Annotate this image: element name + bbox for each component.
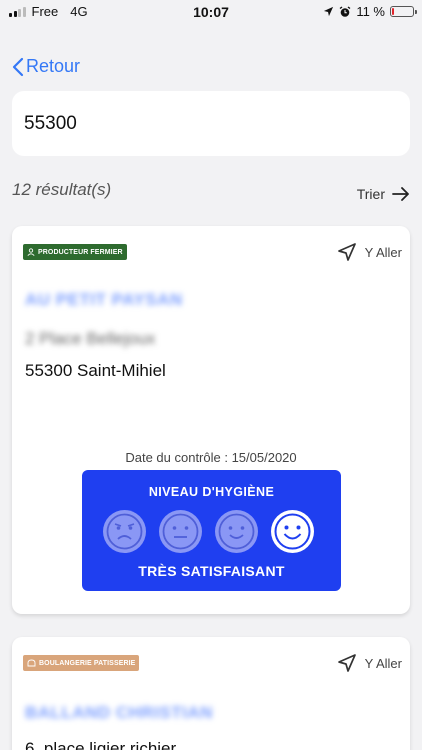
farmer-icon <box>27 248 35 256</box>
directions-button[interactable]: Y Aller <box>337 242 402 262</box>
search-value: 55300 <box>24 112 77 134</box>
street-address: 6, place ligier richier <box>25 739 177 750</box>
chevron-left-icon <box>12 57 24 76</box>
sort-button[interactable]: Trier <box>357 186 410 202</box>
street-address: 2 Place Bellejoux <box>25 329 156 348</box>
back-label: Retour <box>26 56 81 76</box>
result-card[interactable]: PRODUCTEUR FERMIER Y Aller AU PETIT PAYS… <box>12 226 410 614</box>
navigation-arrow-icon <box>337 243 356 261</box>
directions-label: Y Aller <box>364 655 402 671</box>
establishment-name[interactable]: BALLAND CHRISTIAN <box>25 703 213 723</box>
back-button[interactable]: Retour <box>12 56 80 77</box>
status-bar: Free 4G 10:07 11 % <box>0 0 422 24</box>
hygiene-title: NIVEAU D'HYGIÈNE <box>148 485 275 499</box>
sort-label: Trier <box>356 186 385 202</box>
battery-icon <box>390 6 417 17</box>
category-badge: PRODUCTEUR FERMIER <box>23 244 127 260</box>
hygiene-rating-label: TRÈS SATISFAISANT <box>138 563 285 579</box>
navigation-arrow-icon <box>337 654 356 672</box>
establishment-name[interactable]: AU PETIT PAYSAN <box>25 290 183 310</box>
category-badge: BOULANGERIE PATISSERIE <box>23 655 140 671</box>
category-label: PRODUCTEUR FERMIER <box>38 248 123 256</box>
smile-smiley-icon <box>215 510 258 553</box>
very-sad-smiley-icon <box>103 510 146 553</box>
status-right: 11 % <box>323 4 417 19</box>
search-input[interactable]: 55300 <box>12 91 410 156</box>
alarm-clock-icon <box>339 5 351 17</box>
neutral-smiley-icon <box>159 510 202 553</box>
results-count: 12 résultat(s) <box>12 180 112 199</box>
directions-button[interactable]: Y Aller <box>337 653 402 673</box>
arrow-right-icon <box>392 187 409 201</box>
directions-label: Y Aller <box>364 244 402 260</box>
postal-city: 55300 Saint-Mihiel <box>25 361 166 380</box>
bread-icon <box>27 659 36 667</box>
hygiene-rating-panel: NIVEAU D'HYGIÈNE TRÈS SATISFAISANT <box>82 470 341 591</box>
location-arrow-icon <box>324 6 334 17</box>
big-smile-smiley-icon <box>271 510 314 553</box>
battery-fill <box>392 8 395 15</box>
result-card[interactable]: BOULANGERIE PATISSERIE Y Aller BALLAND C… <box>12 637 410 750</box>
category-label: BOULANGERIE PATISSERIE <box>39 659 136 667</box>
hygiene-smileys <box>103 510 314 553</box>
battery-percent: 11 % <box>356 4 385 19</box>
control-date: Date du contrôle : 15/05/2020 <box>125 450 297 465</box>
